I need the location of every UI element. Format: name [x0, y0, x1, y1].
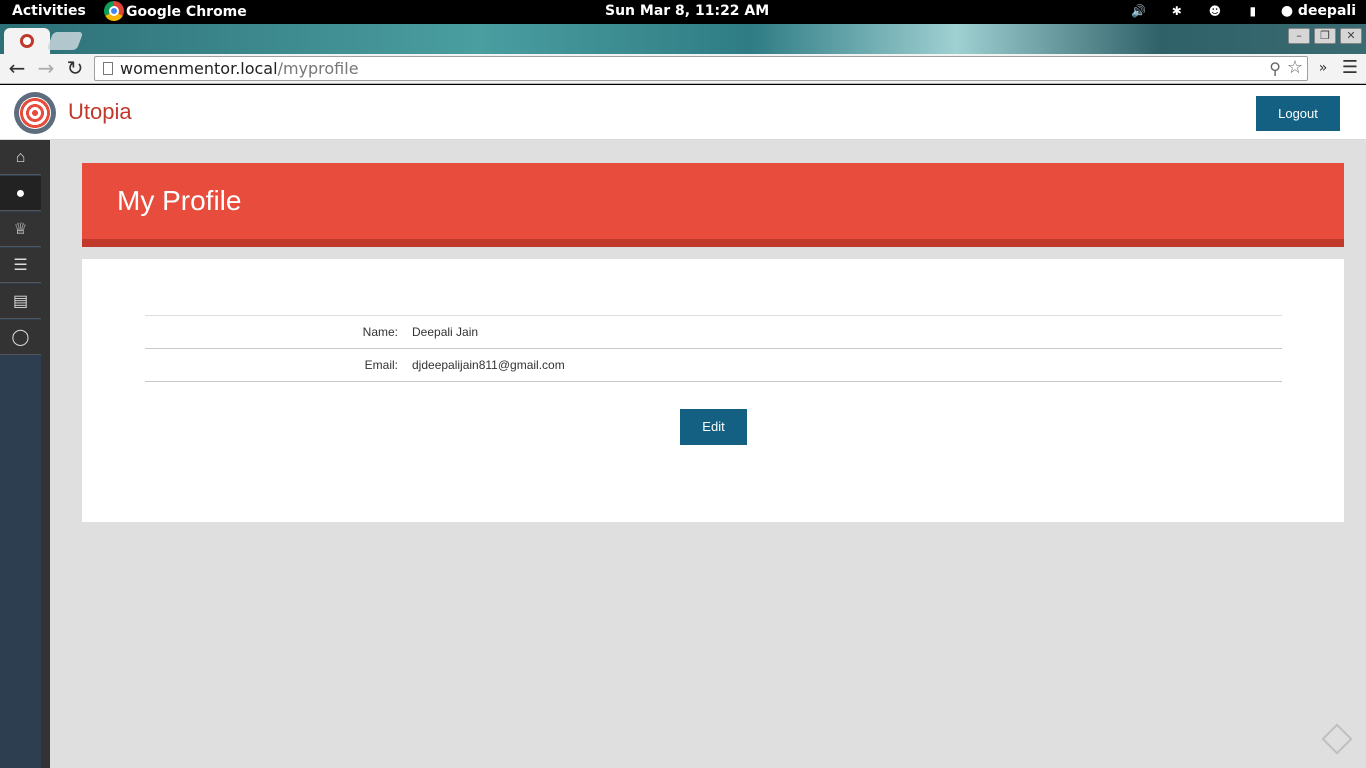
page-title: My Profile	[117, 185, 242, 216]
brand-name[interactable]: Utopia	[68, 99, 132, 125]
home-icon: ⌂	[15, 149, 26, 166]
bluetooth-icon[interactable]: ✱	[1167, 4, 1187, 18]
user-icon: ●	[1280, 3, 1294, 19]
forward-button[interactable]: →	[34, 57, 58, 81]
chart-icon: ▤	[12, 293, 29, 310]
profile-body-panel: Name: Deepali Jain Email: djdeepalijain8…	[82, 259, 1344, 522]
tab-strip: – ❐ ✕	[0, 24, 1366, 54]
url-text: womenmentor.local/myprofile	[120, 59, 359, 78]
site-favicon-icon	[20, 34, 34, 48]
search-icon[interactable]: ⚲	[1269, 57, 1281, 80]
back-button[interactable]: ←	[5, 57, 29, 81]
field-label: Email:	[364, 358, 398, 372]
sidebar-item-list[interactable]: ☰	[0, 248, 41, 283]
wifi-icon[interactable]: ☻	[1205, 4, 1225, 18]
address-bar[interactable]: womenmentor.local/myprofile ⚲ ☆	[94, 56, 1308, 81]
volume-icon[interactable]: 🔊	[1129, 4, 1149, 18]
sidebar-item-ideas[interactable]: ◯	[0, 320, 41, 355]
reload-button[interactable]: ↻	[63, 57, 87, 81]
web-page: Utopia Logout ⌂ ● ♕ ☰ ▤ ◯ My Profile Nam…	[0, 85, 1366, 768]
profile-row-email: Email: djdeepalijain811@gmail.com	[145, 349, 1282, 382]
system-tray[interactable]: 🔊 ✱ ☻ ▮ ● deepali	[1111, 3, 1356, 19]
field-value: djdeepalijain811@gmail.com	[412, 358, 565, 372]
chrome-menu-icon[interactable]: ☰	[1338, 57, 1362, 81]
lightbulb-icon: ◯	[11, 329, 30, 346]
page-icon	[103, 62, 113, 75]
app-menu[interactable]: Google Chrome	[104, 1, 247, 21]
profile-table: Name: Deepali Jain Email: djdeepalijain8…	[145, 315, 1282, 382]
trophy-icon: ♕	[13, 221, 28, 238]
minimize-button[interactable]: –	[1288, 28, 1310, 44]
system-top-bar: Activities Google Chrome Sun Mar 8, 11:2…	[0, 0, 1366, 24]
sidebar-item-home[interactable]: ⌂	[0, 140, 41, 175]
battery-icon[interactable]: ▮	[1243, 4, 1263, 18]
close-window-button[interactable]: ✕	[1340, 28, 1362, 44]
chrome-icon	[104, 1, 124, 21]
activities-button[interactable]: Activities	[12, 3, 86, 19]
list-icon: ☰	[13, 257, 28, 274]
field-label: Name:	[362, 325, 398, 339]
maximize-button[interactable]: ❐	[1314, 28, 1336, 44]
extensions-overflow-icon[interactable]: »	[1311, 57, 1335, 81]
user-menu[interactable]: ● deepali	[1281, 3, 1356, 19]
user-icon: ●	[15, 185, 26, 202]
app-name: Google Chrome	[126, 4, 247, 20]
target-logo-icon[interactable]	[14, 92, 56, 134]
profile-header-panel: My Profile	[82, 163, 1344, 247]
edit-button[interactable]: Edit	[680, 409, 747, 445]
profile-row-name: Name: Deepali Jain	[145, 316, 1282, 349]
tab-myprofile[interactable]	[4, 28, 50, 54]
browser-toolbar: ← → ↻ womenmentor.local/myprofile ⚲ ☆ » …	[0, 54, 1366, 84]
feedback-icon[interactable]	[1321, 723, 1353, 755]
sidebar-item-stats[interactable]: ▤	[0, 284, 41, 319]
site-header: Utopia Logout	[0, 85, 1366, 140]
clock[interactable]: Sun Mar 8, 11:22 AM	[605, 3, 769, 19]
logout-button[interactable]: Logout	[1256, 96, 1340, 131]
bookmark-star-icon[interactable]: ☆	[1287, 56, 1303, 79]
field-value: Deepali Jain	[412, 325, 479, 339]
new-tab-button[interactable]	[46, 32, 84, 50]
sidebar-item-profile[interactable]: ●	[0, 176, 41, 211]
sidebar-item-achievements[interactable]: ♕	[0, 212, 41, 247]
sidebar: ⌂ ● ♕ ☰ ▤ ◯	[0, 140, 50, 768]
